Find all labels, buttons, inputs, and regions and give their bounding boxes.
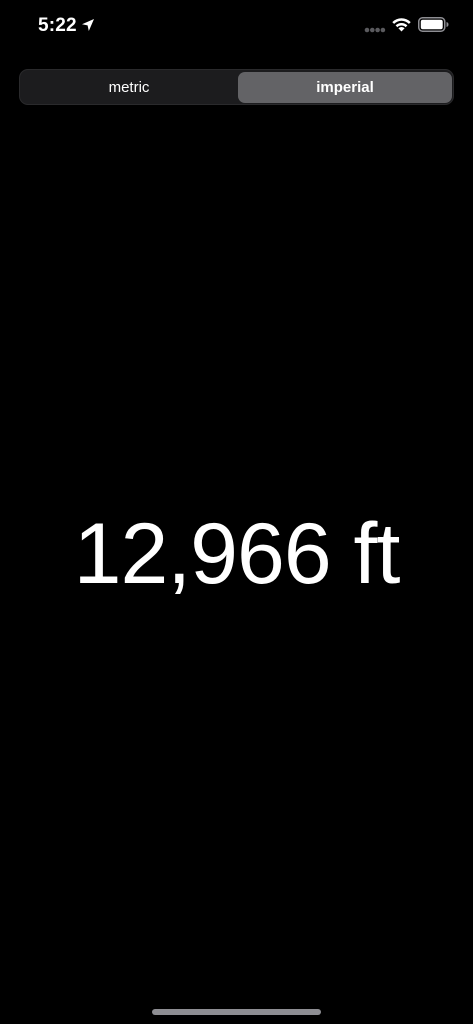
wifi-icon (392, 18, 411, 32)
cellular-signal-icon (364, 27, 386, 33)
status-time: 5:22 (38, 15, 77, 36)
segment-metric[interactable]: metric (22, 72, 236, 103)
battery-icon (418, 17, 449, 32)
units-segmented-control[interactable]: metric imperial (19, 69, 454, 105)
altitude-value: 12,966 ft (73, 506, 401, 602)
segment-imperial[interactable]: imperial (238, 72, 452, 103)
home-indicator[interactable] (152, 1009, 321, 1015)
status-bar: 5:22 (0, 0, 473, 52)
location-arrow-icon (82, 19, 94, 31)
